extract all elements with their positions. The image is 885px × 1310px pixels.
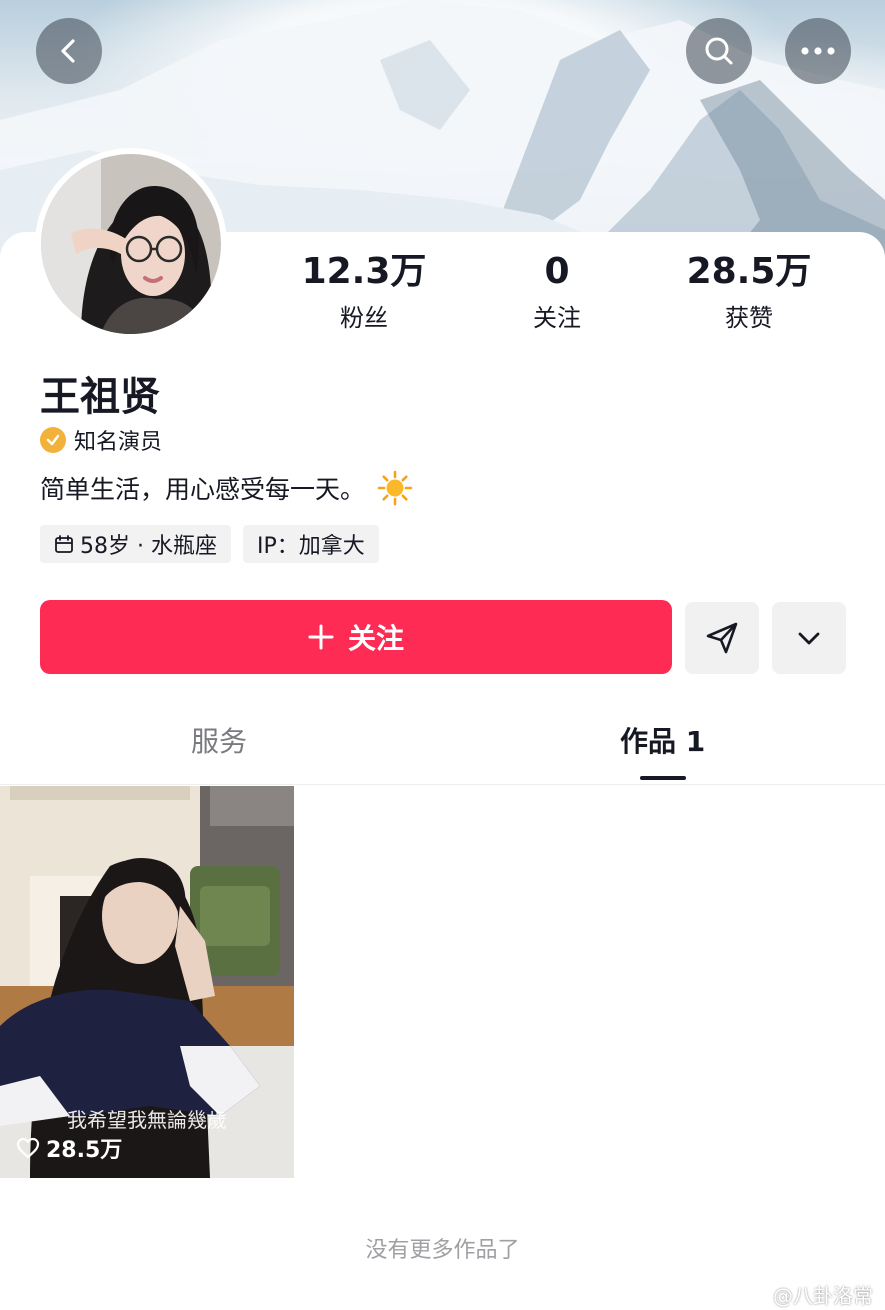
plus-icon xyxy=(308,624,334,650)
stat-value: 12.3万 xyxy=(301,251,427,292)
more-button[interactable] xyxy=(785,18,851,84)
stat-value: 28.5万 xyxy=(686,251,812,292)
tab-divider xyxy=(0,784,885,785)
age-tag: 58岁 · 水瓶座 xyxy=(40,525,231,563)
ip-tag: IP：加拿大 xyxy=(242,525,379,563)
bio: 简单生活，用心感受每一天。 xyxy=(40,470,413,506)
more-options-button[interactable] xyxy=(772,602,846,674)
heart-icon xyxy=(16,1137,40,1159)
tab-indicator xyxy=(640,776,686,780)
ip-tag-text: IP：加拿大 xyxy=(256,534,365,559)
back-button[interactable] xyxy=(36,18,102,84)
search-icon xyxy=(705,37,733,65)
send-icon xyxy=(706,622,738,654)
work-thumbnail[interactable]: 我希望我無論幾歲 28.5万 xyxy=(0,786,294,1178)
watermark: @八卦洛常 xyxy=(773,1284,873,1308)
stat-value: 0 xyxy=(544,251,570,292)
bio-text: 简单生活，用心感受每一天。 xyxy=(40,475,366,504)
more-icon xyxy=(801,47,835,55)
stat-following[interactable]: 0 关注 xyxy=(467,250,647,333)
stat-likes[interactable]: 28.5万 获赞 xyxy=(659,250,839,333)
verified-icon xyxy=(40,427,66,453)
chevron-down-icon xyxy=(798,632,820,645)
no-more-works: 没有更多作品了 xyxy=(365,1238,520,1263)
stat-label: 关注 xyxy=(533,304,581,332)
tab-services[interactable]: 服务 xyxy=(191,720,247,760)
work-caption: 我希望我無論幾歲 xyxy=(67,1108,227,1132)
calendar-icon xyxy=(55,535,73,553)
avatar[interactable] xyxy=(35,148,227,340)
stat-label: 获赞 xyxy=(725,304,773,332)
verification-line: 知名演员 xyxy=(40,424,162,456)
search-button[interactable] xyxy=(686,18,752,84)
follow-button[interactable]: 关注 xyxy=(40,600,672,674)
work-likes-count: 28.5万 xyxy=(46,1138,123,1163)
follow-label: 关注 xyxy=(347,622,404,655)
tab-works[interactable]: 作品 1 xyxy=(620,720,705,760)
age-tag-text: 58岁 · 水瓶座 xyxy=(80,534,217,559)
profile-name: 王祖贤 xyxy=(40,374,160,420)
work-likes: 28.5万 xyxy=(16,1132,122,1164)
stat-label: 粉丝 xyxy=(340,304,388,332)
verification-text: 知名演员 xyxy=(74,430,163,455)
back-icon xyxy=(61,39,75,63)
sun-emoji-icon xyxy=(377,470,413,506)
profile-tags: 58岁 · 水瓶座 IP：加拿大 xyxy=(40,525,379,563)
avatar-photo xyxy=(41,154,221,334)
message-button[interactable] xyxy=(685,602,759,674)
stat-followers[interactable]: 12.3万 粉丝 xyxy=(274,250,454,333)
